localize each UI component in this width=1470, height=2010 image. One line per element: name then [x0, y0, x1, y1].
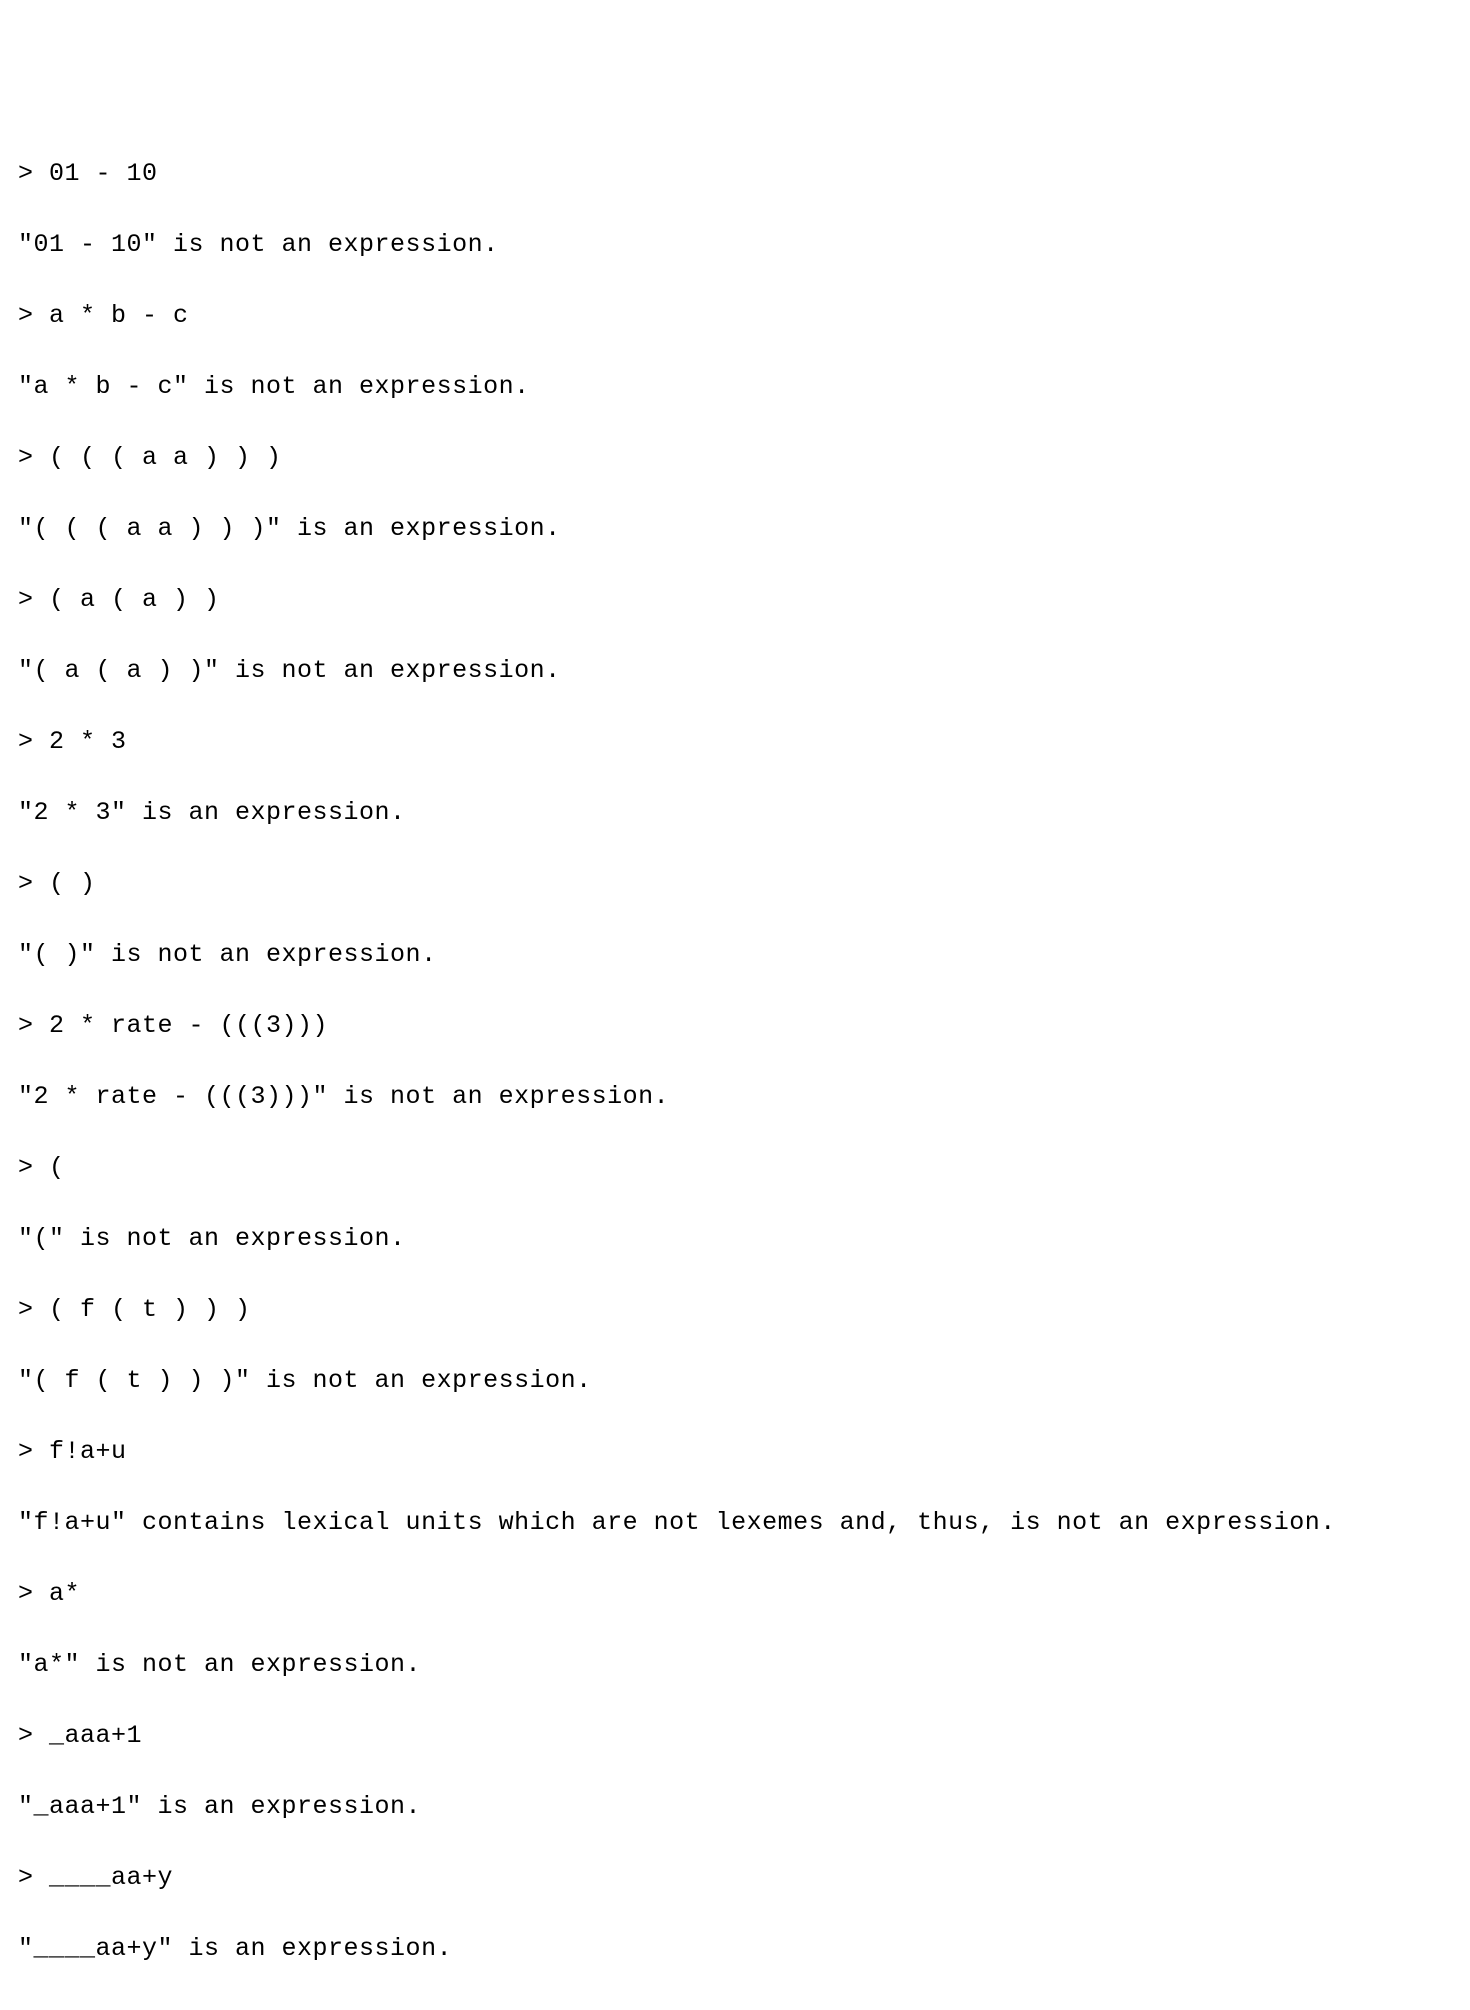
terminal-line: > f!a+u [18, 1434, 1452, 1470]
terminal-line: "( ( ( a a ) ) )" is an expression. [18, 511, 1452, 547]
terminal-line: "f!a+u" contains lexical units which are… [18, 1505, 1452, 1541]
terminal-line: "____aa+y" is an expression. [18, 1931, 1452, 1967]
terminal-line: > a* [18, 1576, 1452, 1612]
terminal-line: > _aaa+1 [18, 1718, 1452, 1754]
terminal-line: > 2 * 3 [18, 724, 1452, 760]
terminal-line: "( a ( a ) )" is not an expression. [18, 653, 1452, 689]
terminal-line: > a * b - c [18, 298, 1452, 334]
terminal-line: "01 - 10" is not an expression. [18, 227, 1452, 263]
terminal-line: "_aaa+1" is an expression. [18, 1789, 1452, 1825]
terminal-line: "a * b - c" is not an expression. [18, 369, 1452, 405]
terminal-line: > ( a ( a ) ) [18, 582, 1452, 618]
terminal-line: > ( ( ( a a ) ) ) [18, 440, 1452, 476]
terminal-line: "( )" is not an expression. [18, 937, 1452, 973]
terminal-line: "( f ( t ) ) )" is not an expression. [18, 1363, 1452, 1399]
terminal-line: "(" is not an expression. [18, 1221, 1452, 1257]
terminal-line: "a*" is not an expression. [18, 1647, 1452, 1683]
terminal-line: > 2 * rate - (((3))) [18, 1008, 1452, 1044]
terminal-line: "2 * rate - (((3)))" is not an expressio… [18, 1079, 1452, 1115]
terminal-line: > ( f ( t ) ) ) [18, 1292, 1452, 1328]
terminal-line: > ( ) [18, 866, 1452, 902]
terminal-line: "2 * 3" is an expression. [18, 795, 1452, 831]
terminal-line: > ____aa+y [18, 1860, 1452, 1896]
terminal-line: > 01 - 10 [18, 156, 1452, 192]
terminal-line: > ( [18, 1150, 1452, 1186]
